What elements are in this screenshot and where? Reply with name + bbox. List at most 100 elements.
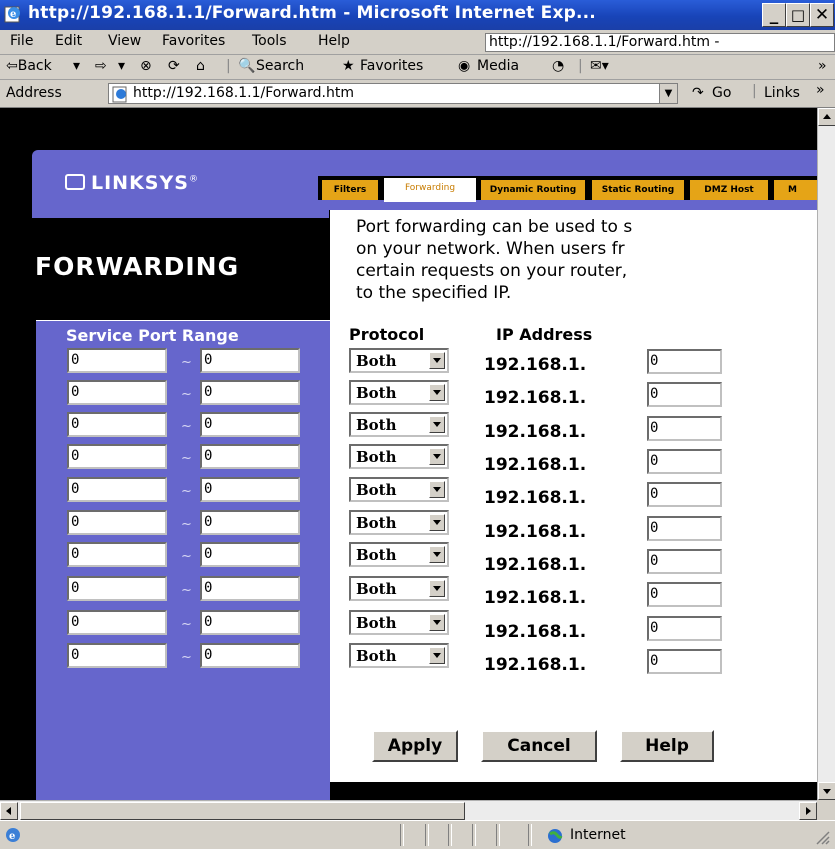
protocol-select[interactable]: Both: [349, 510, 449, 535]
scroll-down-button[interactable]: [818, 782, 835, 800]
horizontal-scroll-thumb[interactable]: [20, 802, 465, 820]
scroll-right-button[interactable]: [799, 802, 817, 820]
protocol-select[interactable]: Both: [349, 643, 449, 668]
port-end-input[interactable]: 0: [200, 610, 300, 635]
dropdown-arrow-icon[interactable]: [429, 514, 445, 531]
port-start-input[interactable]: 0: [67, 610, 167, 635]
port-start-input[interactable]: 0: [67, 477, 167, 502]
menu-help[interactable]: Help: [318, 33, 350, 49]
port-end-input[interactable]: 0: [200, 444, 300, 469]
back-button[interactable]: ⇦Back: [6, 58, 52, 74]
tab-forwarding[interactable]: Forwarding: [384, 178, 476, 202]
port-end-input[interactable]: 0: [200, 477, 300, 502]
media-button[interactable]: Media: [477, 58, 519, 74]
scroll-left-button[interactable]: [0, 802, 18, 820]
mail-icon[interactable]: ✉▾: [590, 58, 609, 74]
links-button[interactable]: Links: [764, 85, 800, 101]
dropdown-arrow-icon[interactable]: [429, 546, 445, 563]
horizontal-scrollbar[interactable]: [0, 800, 817, 820]
address-dropdown-icon[interactable]: ▼: [659, 84, 677, 103]
vertical-scrollbar[interactable]: [817, 108, 835, 800]
tab-static-routing[interactable]: Static Routing: [592, 180, 684, 200]
port-start-input[interactable]: 0: [67, 510, 167, 535]
protocol-select[interactable]: Both: [349, 576, 449, 601]
tab-dynamic-routing[interactable]: Dynamic Routing: [481, 180, 585, 200]
ip-last-octet-input[interactable]: 0: [647, 482, 722, 507]
port-start-input[interactable]: 0: [67, 380, 167, 405]
port-start-input[interactable]: 0: [67, 444, 167, 469]
port-end-input[interactable]: 0: [200, 542, 300, 567]
menu-view[interactable]: View: [108, 33, 141, 49]
protocol-select[interactable]: Both: [349, 477, 449, 502]
minimize-button[interactable]: _: [762, 3, 786, 27]
protocol-select[interactable]: Both: [349, 542, 449, 567]
menu-file[interactable]: File: [10, 33, 33, 49]
tab-dmz-host[interactable]: DMZ Host: [690, 180, 768, 200]
history-icon[interactable]: ◔: [552, 58, 564, 74]
ip-last-octet-input[interactable]: 0: [647, 616, 722, 641]
window-title-bar[interactable]: e http://192.168.1.1/Forward.htm - Micro…: [0, 0, 835, 30]
port-end-input[interactable]: 0: [200, 576, 300, 601]
ip-last-octet-input[interactable]: 0: [647, 549, 722, 574]
ip-last-octet-input[interactable]: 0: [647, 449, 722, 474]
close-button[interactable]: ✕: [810, 3, 834, 27]
favorites-button[interactable]: Favorites: [360, 58, 423, 74]
protocol-select[interactable]: Both: [349, 610, 449, 635]
port-end-input[interactable]: 0: [200, 412, 300, 437]
cancel-button[interactable]: Cancel: [481, 730, 597, 762]
dropdown-arrow-icon[interactable]: [429, 647, 445, 664]
ip-last-octet-input[interactable]: 0: [647, 649, 722, 674]
menu-favorites[interactable]: Favorites: [162, 33, 225, 49]
menu-edit[interactable]: Edit: [55, 33, 82, 49]
port-end-input[interactable]: 0: [200, 510, 300, 535]
dropdown-arrow-icon[interactable]: [429, 614, 445, 631]
port-end-input[interactable]: 0: [200, 348, 300, 373]
favorites-icon[interactable]: ★: [342, 58, 355, 74]
port-start-input[interactable]: 0: [67, 412, 167, 437]
search-icon[interactable]: 🔍: [238, 58, 255, 74]
home-icon[interactable]: ⌂: [196, 58, 205, 74]
protocol-select[interactable]: Both: [349, 380, 449, 405]
dropdown-arrow-icon[interactable]: [429, 580, 445, 597]
ip-last-octet-input[interactable]: 0: [647, 516, 722, 541]
go-icon[interactable]: ↷: [692, 85, 704, 101]
media-icon[interactable]: ◉: [458, 58, 470, 74]
maximize-button[interactable]: □: [786, 3, 810, 27]
refresh-icon[interactable]: ⟳: [168, 58, 180, 74]
ip-last-octet-input[interactable]: 0: [647, 382, 722, 407]
port-start-input[interactable]: 0: [67, 643, 167, 668]
dropdown-arrow-icon[interactable]: [429, 416, 445, 433]
protocol-select[interactable]: Both: [349, 348, 449, 373]
scroll-up-button[interactable]: [818, 108, 835, 126]
port-start-input[interactable]: 0: [67, 348, 167, 373]
dropdown-arrow-icon[interactable]: [429, 481, 445, 498]
ip-last-octet-input[interactable]: 0: [647, 349, 722, 374]
back-dropdown-icon[interactable]: ▾: [73, 58, 80, 74]
forward-dropdown-icon[interactable]: ▾: [118, 58, 125, 74]
dropdown-arrow-icon[interactable]: [429, 448, 445, 465]
ip-last-octet-input[interactable]: 0: [647, 416, 722, 441]
range-tilde: ~: [181, 419, 192, 434]
go-button[interactable]: Go: [712, 85, 731, 101]
port-end-input[interactable]: 0: [200, 380, 300, 405]
protocol-select[interactable]: Both: [349, 444, 449, 469]
ip-last-octet-input[interactable]: 0: [647, 582, 722, 607]
apply-button[interactable]: Apply: [372, 730, 458, 762]
protocol-select[interactable]: Both: [349, 412, 449, 437]
help-button[interactable]: Help: [620, 730, 714, 762]
port-start-input[interactable]: 0: [67, 542, 167, 567]
tab-more[interactable]: M: [774, 180, 817, 200]
resize-grip-icon[interactable]: [814, 829, 830, 845]
stop-icon[interactable]: ⊗: [140, 58, 152, 74]
forward-icon[interactable]: ⇨: [95, 58, 107, 74]
search-button[interactable]: Search: [256, 58, 304, 74]
toolbar-overflow-icon[interactable]: »: [818, 58, 827, 74]
dropdown-arrow-icon[interactable]: [429, 384, 445, 401]
links-overflow-icon[interactable]: »: [816, 82, 825, 98]
address-input[interactable]: http://192.168.1.1/Forward.htm ▼: [108, 83, 678, 104]
port-start-input[interactable]: 0: [67, 576, 167, 601]
tab-filters[interactable]: Filters: [322, 180, 378, 200]
menu-tools[interactable]: Tools: [252, 33, 287, 49]
dropdown-arrow-icon[interactable]: [429, 352, 445, 369]
port-end-input[interactable]: 0: [200, 643, 300, 668]
